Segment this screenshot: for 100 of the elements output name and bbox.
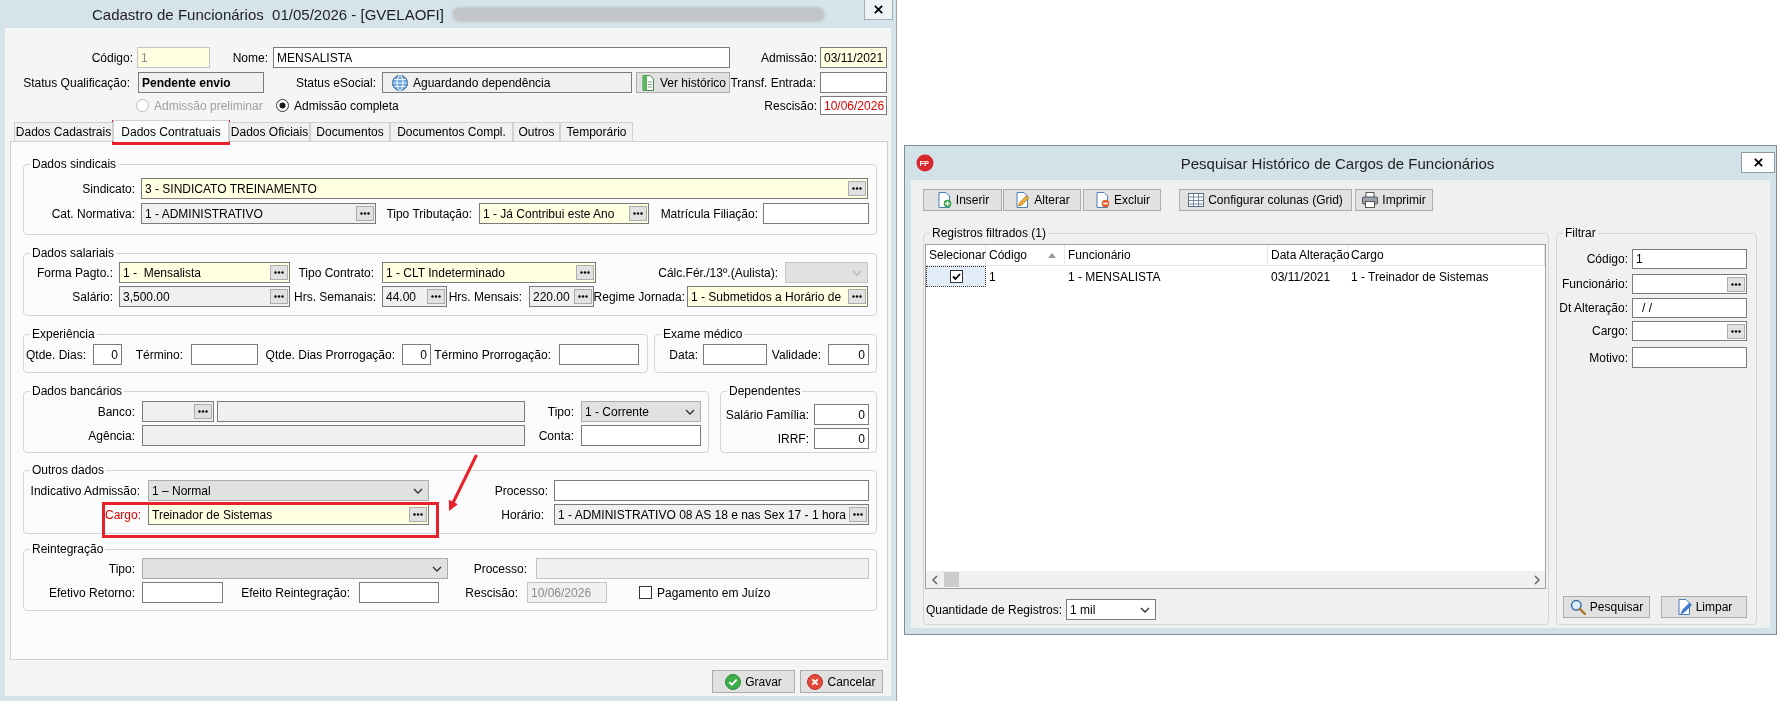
input-field[interactable] — [554, 480, 869, 501]
lookup-field[interactable]: 1 - ADMINISTRATIVO — [141, 203, 376, 224]
field-label: Admissão: — [760, 50, 817, 65]
history-button[interactable]: Ver histórico — [636, 72, 730, 93]
dropdown[interactable]: 1 - Corrente — [581, 401, 701, 422]
field-label: Efeito Reintegração: — [241, 585, 350, 600]
dropdown[interactable]: 1 – Normal — [148, 480, 429, 501]
tab[interactable]: Dados Cadastrais — [14, 122, 113, 141]
input-field[interactable] — [820, 72, 887, 93]
filter-button[interactable]: Pesquisar — [1563, 596, 1650, 618]
field-label: Nome: — [232, 50, 268, 65]
dialog-button[interactable]: Gravar — [712, 670, 795, 693]
lookup-button[interactable] — [629, 206, 647, 221]
toolbar-button[interactable]: Excluir — [1083, 189, 1161, 211]
column-header[interactable]: Cargo — [1348, 245, 1545, 265]
input-field[interactable] — [763, 203, 869, 224]
horizontal-scrollbar[interactable] — [926, 571, 1545, 588]
tab[interactable]: Documentos — [310, 122, 390, 141]
close-button[interactable] — [864, 0, 893, 20]
ellipsis-icon — [578, 295, 588, 298]
lookup-button[interactable] — [574, 289, 592, 304]
lookup-button[interactable] — [270, 289, 288, 304]
status-field[interactable]: Aguardando dependência — [382, 72, 632, 93]
input-field[interactable] — [359, 582, 439, 603]
input-field[interactable]: / / — [1632, 298, 1747, 318]
lookup-field[interactable]: 1 - CLT Indeterminado — [382, 262, 596, 283]
input-field[interactable]: 0 — [93, 344, 122, 365]
input-field[interactable]: 0 — [814, 404, 869, 425]
lookup-field[interactable]: 1 - ADMINISTRATIVO 08 AS 18 e nas Sex 17 - 1 hora — [554, 504, 869, 525]
tab[interactable]: Documentos Compl. — [390, 122, 513, 141]
lookup-button[interactable] — [1727, 276, 1745, 292]
input-field[interactable] — [1632, 347, 1747, 368]
lookup-button[interactable] — [848, 289, 866, 304]
input-field[interactable]: 03/11/2021 — [820, 47, 887, 68]
toolbar-button[interactable]: Imprimir — [1355, 189, 1433, 211]
radio-button[interactable]: Admissão completa — [276, 98, 399, 113]
chevron-left-icon[interactable] — [931, 574, 938, 585]
lookup-field[interactable] — [1632, 274, 1747, 294]
table-cell[interactable] — [926, 266, 986, 287]
tab[interactable]: Dados Oficiais — [229, 122, 310, 141]
input-field[interactable]: 0 — [402, 344, 431, 365]
lookup-button[interactable] — [576, 265, 594, 280]
tab[interactable]: Outros — [513, 122, 560, 141]
lookup-field[interactable] — [142, 401, 214, 422]
tab[interactable]: Dados Contratuais — [113, 120, 229, 142]
lookup-button[interactable] — [427, 289, 445, 304]
input-field[interactable] — [559, 344, 639, 365]
input-field[interactable] — [142, 425, 525, 446]
lookup-field[interactable]: 1 - Mensalista — [119, 262, 290, 283]
input-field[interactable]: 10/06/2026 — [820, 96, 887, 115]
chevron-right-icon[interactable] — [1533, 574, 1540, 585]
input-field[interactable] — [142, 582, 223, 603]
input-field[interactable] — [703, 344, 767, 365]
field-label: Conta: — [538, 428, 574, 443]
input-field[interactable] — [217, 401, 525, 422]
document-pencil-icon — [1014, 192, 1031, 208]
column-header[interactable]: Selecionar — [926, 245, 986, 265]
chevron-down-icon — [685, 408, 695, 415]
ellipsis-icon — [360, 212, 370, 215]
lookup-button[interactable] — [409, 507, 427, 522]
column-header[interactable]: Data Alteração — [1268, 245, 1348, 265]
input-field[interactable] — [581, 425, 701, 446]
column-header[interactable]: Código — [986, 245, 1065, 265]
toolbar-button[interactable]: Alterar — [1003, 189, 1081, 211]
filter-button[interactable]: Limpar — [1661, 596, 1747, 618]
lookup-button[interactable] — [270, 265, 288, 280]
input-field[interactable] — [191, 344, 258, 365]
column-header[interactable]: Funcionário — [1065, 245, 1268, 265]
lookup-field[interactable]: Treinador de Sistemas — [148, 504, 429, 525]
checkbox-icon[interactable] — [949, 270, 963, 283]
field-label: Processo: — [473, 561, 527, 576]
group-title: Dados bancários — [30, 384, 125, 398]
input-field[interactable]: MENSALISTA — [273, 47, 730, 68]
dropdown[interactable]: 1 mil — [1066, 599, 1156, 620]
dialog-button[interactable]: Cancelar — [800, 670, 883, 693]
input-field[interactable]: 1 — [1632, 249, 1747, 269]
lookup-button[interactable] — [356, 206, 374, 221]
lookup-field[interactable]: 3 - SINDICATO TREINAMENTO — [141, 178, 868, 199]
lookup-field[interactable]: 3,500.00 — [119, 286, 290, 307]
toolbar-button[interactable]: Configurar colunas (Grid) — [1179, 189, 1352, 211]
document-add-icon — [935, 192, 952, 208]
toolbar-button[interactable]: Inserir — [923, 189, 1002, 211]
close-button[interactable] — [1741, 152, 1775, 173]
lookup-button[interactable] — [1727, 323, 1745, 339]
input-field[interactable]: Pendente envio — [138, 72, 264, 93]
input-field[interactable]: 0 — [814, 428, 869, 449]
checkbox[interactable]: Pagamento em Juízo — [639, 585, 771, 600]
lookup-field[interactable]: 1 - Submetidos a Horário de — [687, 286, 868, 307]
lookup-button[interactable] — [849, 507, 867, 522]
lookup-button[interactable] — [194, 404, 212, 419]
search-icon — [1569, 599, 1586, 615]
lookup-field[interactable]: 220.00 — [529, 286, 594, 307]
lookup-field[interactable] — [1632, 321, 1747, 341]
lookup-field[interactable]: 1 - Já Contribui este Ano — [479, 203, 649, 224]
scrollbar-thumb[interactable] — [944, 572, 959, 587]
input-field[interactable]: 0 — [828, 344, 869, 365]
lookup-field[interactable]: 44.00 — [382, 286, 447, 307]
lookup-button[interactable] — [848, 181, 866, 196]
tab[interactable]: Temporário — [560, 122, 633, 141]
field-label: Status eSocial: — [295, 75, 376, 90]
